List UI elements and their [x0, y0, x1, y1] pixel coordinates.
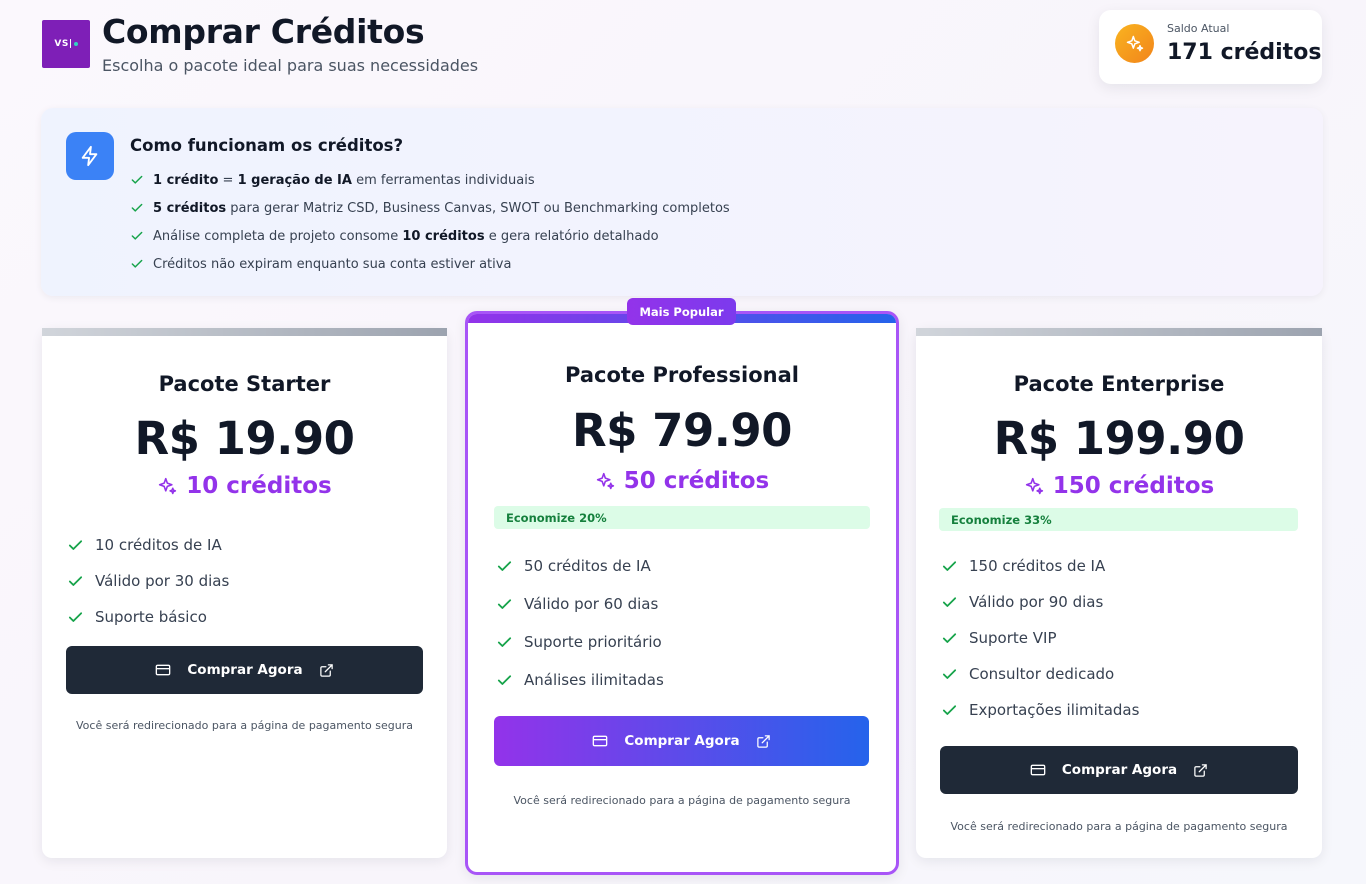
feature-item: Válido por 60 dias: [496, 585, 664, 623]
feature-list: 10 créditos de IA Válido por 30 dias Sup…: [67, 527, 229, 635]
feature-list: 50 créditos de IA Válido por 60 dias Sup…: [496, 547, 664, 699]
plan-price: R$ 79.90: [572, 404, 792, 457]
buy-button-starter[interactable]: Comprar Agora: [66, 646, 423, 694]
plan-card-starter: Pacote Starter R$ 19.90 10 créditos 10 c…: [42, 328, 447, 858]
plan-card-enterprise: Pacote Enterprise R$ 199.90 150 créditos…: [916, 328, 1322, 858]
plan-card-professional: Pacote Professional R$ 79.90 50 créditos…: [465, 311, 899, 875]
check-icon: [942, 704, 957, 715]
credit-card-icon: [156, 664, 171, 676]
external-link-icon: [1194, 763, 1207, 777]
feature-item: Consultor dedicado: [941, 656, 1139, 692]
check-icon: [131, 175, 143, 184]
check-icon: [68, 611, 83, 622]
feature-item: 10 créditos de IA: [67, 527, 229, 563]
feature-item: Válido por 90 dias: [941, 584, 1139, 620]
info-item: 5 créditos para gerar Matriz CSD, Busine…: [130, 194, 730, 222]
check-icon: [68, 575, 83, 586]
balance-card: Saldo Atual 171 créditos: [1099, 10, 1322, 84]
check-icon: [68, 539, 83, 550]
page-title: Comprar Créditos: [102, 12, 425, 51]
plan-credits: 150 créditos: [916, 473, 1322, 499]
info-title: Como funcionam os créditos?: [130, 136, 404, 155]
info-item: Análise completa de projeto consome 10 c…: [130, 222, 730, 250]
balance-value: 171 créditos: [1167, 40, 1322, 65]
info-item: 1 crédito = 1 geração de IA em ferrament…: [130, 166, 730, 194]
savings-badge: Economize 20%: [494, 506, 870, 529]
check-icon: [497, 636, 512, 647]
sparkles-icon: [159, 477, 177, 494]
redirect-note: Você será redirecionado para a página de…: [76, 719, 413, 732]
feature-item: Válido por 30 dias: [67, 563, 229, 599]
info-list: 1 crédito = 1 geração de IA em ferrament…: [130, 166, 730, 278]
lightning-icon: [66, 132, 114, 180]
feature-item: Suporte VIP: [941, 620, 1139, 656]
plan-title: Pacote Starter: [158, 372, 331, 396]
check-icon: [942, 560, 957, 571]
plan-title: Pacote Enterprise: [1013, 372, 1225, 396]
sparkles-icon: [1115, 24, 1154, 63]
credits-info-box: Como funcionam os créditos? 1 crédito = …: [41, 108, 1323, 296]
external-link-icon: [756, 734, 770, 748]
check-icon: [131, 231, 143, 240]
check-icon: [942, 596, 957, 607]
feature-item: 50 créditos de IA: [496, 547, 664, 585]
sparkles-icon: [596, 472, 614, 489]
plan-price: R$ 199.90: [993, 412, 1245, 465]
plan-credits: 10 créditos: [42, 473, 447, 499]
page-subtitle: Escolha o pacote ideal para suas necessi…: [102, 56, 479, 75]
external-link-icon: [319, 663, 333, 677]
app-logo[interactable]: VS|: [42, 20, 90, 68]
feature-item: 150 créditos de IA: [941, 548, 1139, 584]
feature-item: Exportações ilimitadas: [941, 692, 1139, 728]
balance-label: Saldo Atual: [1167, 22, 1230, 35]
feature-item: Análises ilimitadas: [496, 661, 664, 699]
check-icon: [497, 674, 512, 685]
redirect-note: Você será redirecionado para a página de…: [950, 820, 1288, 833]
check-icon: [942, 668, 957, 679]
check-icon: [497, 598, 512, 609]
card-top-bar: [42, 328, 447, 336]
check-icon: [497, 560, 512, 571]
plan-credits: 50 créditos: [468, 468, 896, 494]
credit-card-icon: [593, 735, 608, 747]
card-top-bar: [916, 328, 1322, 336]
sparkles-icon: [1025, 477, 1043, 494]
check-icon: [942, 632, 957, 643]
feature-item: Suporte básico: [67, 599, 229, 635]
buy-button-enterprise[interactable]: Comprar Agora: [940, 746, 1298, 794]
check-icon: [131, 259, 143, 268]
info-item: Créditos não expiram enquanto sua conta …: [130, 250, 730, 278]
feature-list: 150 créditos de IA Válido por 90 dias Su…: [941, 548, 1139, 728]
check-icon: [131, 203, 143, 212]
most-popular-badge: Mais Popular: [627, 298, 736, 325]
buy-button-professional[interactable]: Comprar Agora: [494, 716, 869, 766]
plan-title: Pacote Professional: [565, 363, 799, 387]
credit-card-icon: [1030, 764, 1046, 776]
plan-price: R$ 19.90: [134, 412, 355, 465]
feature-item: Suporte prioritário: [496, 623, 664, 661]
savings-badge: Economize 33%: [939, 508, 1298, 531]
redirect-note: Você será redirecionado para a página de…: [513, 794, 851, 807]
